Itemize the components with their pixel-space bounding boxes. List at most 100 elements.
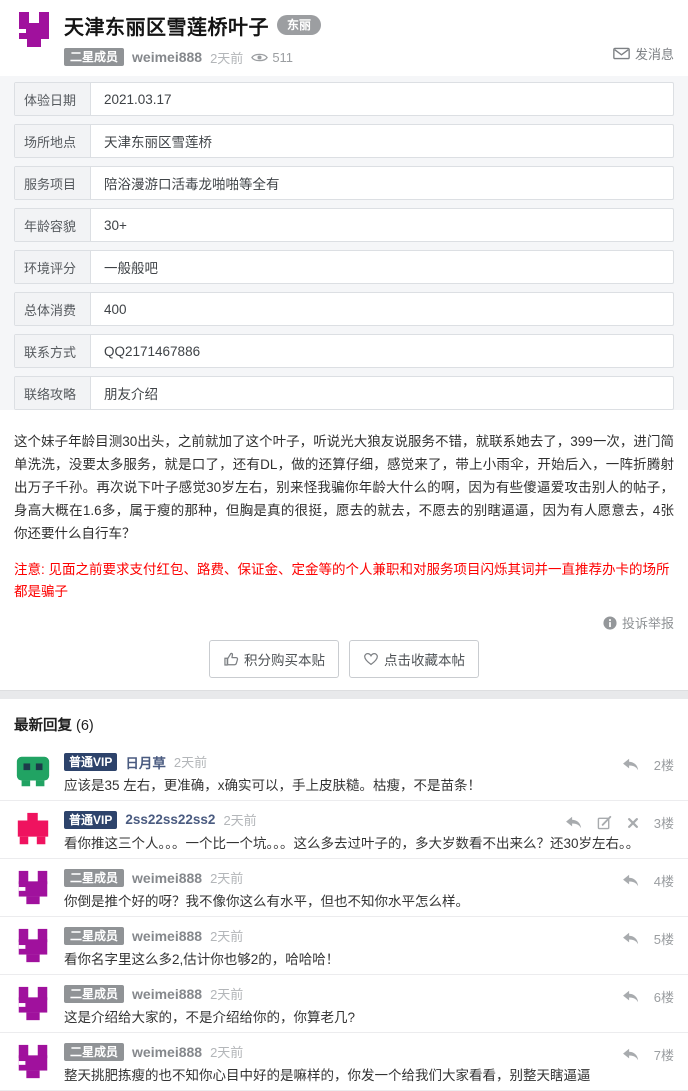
field-row-services: 服务项目 陪浴漫游口活毒龙啪啪等全有 — [14, 166, 674, 200]
post-body-text: 这个妹子年龄目测30出头，之前就加了这个叶子，听说光大狼友说服务不错，就联系她去… — [14, 434, 674, 541]
comment-row: 普通VIP 2ss22ss22ss2 2天前 看你推这三个人。。。一个比一个坑。… — [0, 801, 688, 859]
field-label: 联络攻略 — [15, 377, 91, 409]
field-row-experience-date: 体验日期 2021.03.17 — [14, 82, 674, 116]
section-divider — [0, 690, 688, 699]
view-count-value: 511 — [272, 49, 294, 65]
field-label: 环境评分 — [15, 251, 91, 283]
scam-warning-text: 注意: 见面之前要求支付红包、路费、保证金、定金等的个人兼职和对服务项目闪烁其词… — [14, 562, 670, 599]
commenter-username[interactable]: weimei888 — [132, 928, 202, 944]
field-label: 场所地点 — [15, 125, 91, 157]
comment-text: 你倒是推个好的呀？我不像你这么有水平，但也不知你水平怎么样。 — [64, 894, 469, 909]
comment-text: 看你名字里这么多2,估计你也够2的，哈哈哈！ — [64, 952, 340, 967]
commenter-avatar[interactable] — [14, 927, 52, 965]
comment-row: 二星成员 weimei888 2天前 整天挑肥拣瘦的也不知你心目中好的是嘛样的，… — [0, 1033, 688, 1091]
comment-row: 二星成员 weimei888 2天前 你倒是推个好的呀？我不像你这么有水平，但也… — [0, 859, 688, 917]
field-label: 体验日期 — [15, 83, 91, 115]
field-value: 30+ — [104, 217, 127, 233]
buy-post-button[interactable]: 积分购买本贴 — [209, 640, 339, 678]
replies-count: (6) — [76, 718, 94, 734]
commenter-username[interactable]: weimei888 — [132, 1044, 202, 1060]
region-badge: 东丽 — [277, 15, 322, 35]
comment-row: 二星成员 weimei888 2天前 看你名字里这么多2,估计你也够2的，哈哈哈… — [0, 917, 688, 975]
comment-time: 2天前 — [210, 987, 244, 1002]
view-count: 511 — [251, 50, 293, 65]
comment-row: 普通VIP 日月草 2天前 应该是35 左右，更准确，x确实可以，手上皮肤糙。枯… — [0, 743, 688, 801]
comment-text: 整天挑肥拣瘦的也不知你心目中好的是嘛样的，你发一个给我们大家看看，别整天瞎逼逼 — [64, 1068, 591, 1083]
edit-icon[interactable] — [597, 815, 612, 830]
author-avatar[interactable] — [14, 10, 54, 50]
comment-text: 这是介绍给大家的，不是介绍给你的，你算老几? — [64, 1010, 356, 1025]
envelope-icon — [613, 47, 630, 60]
commenter-avatar[interactable] — [14, 1043, 52, 1081]
heart-icon — [363, 652, 379, 666]
post-time: 2天前 — [210, 50, 244, 66]
comment-time: 2天前 — [173, 755, 208, 770]
field-label: 年龄容貌 — [15, 209, 91, 241]
reply-icon[interactable] — [622, 990, 639, 1003]
page-title: 天津东丽区雪莲桥叶子 — [64, 16, 269, 39]
comment-text: 应该是35 左右，更准确，x确实可以，手上皮肤糙。枯瘦，不是苗条！ — [64, 778, 482, 793]
floor-label: 6楼 — [653, 990, 674, 1005]
buy-post-label: 积分购买本贴 — [244, 653, 325, 668]
reply-icon[interactable] — [622, 932, 639, 945]
field-value: 一般般吧 — [104, 261, 158, 276]
comment-time: 2天前 — [210, 871, 244, 886]
floor-label: 2楼 — [653, 758, 674, 773]
member-level-badge: 普通VIP — [64, 752, 118, 771]
commenter-username[interactable]: weimei888 — [132, 870, 202, 886]
reply-icon[interactable] — [565, 816, 582, 829]
field-value: 2021.03.17 — [104, 91, 172, 107]
replies-header: 最新回复 (6) — [0, 699, 688, 743]
member-level-badge: 二星成员 — [64, 868, 125, 887]
field-value: 朋友介绍 — [104, 387, 158, 402]
floor-label: 7楼 — [653, 1048, 674, 1063]
reply-icon[interactable] — [622, 758, 639, 771]
member-level-badge: 二星成员 — [64, 926, 125, 945]
commenter-avatar[interactable] — [14, 811, 52, 849]
commenter-avatar[interactable] — [14, 985, 52, 1023]
field-value: 陪浴漫游口活毒龙啪啪等全有 — [104, 177, 280, 192]
delete-icon[interactable] — [627, 817, 639, 829]
field-row-total-cost: 总体消费 400 — [14, 292, 674, 326]
field-row-location: 场所地点 天津东丽区雪莲桥 — [14, 124, 674, 158]
send-message-label: 发消息 — [634, 47, 674, 62]
field-value: 400 — [104, 301, 127, 317]
field-value: 天津东丽区雪莲桥 — [104, 135, 212, 150]
member-level-badge: 普通VIP — [64, 810, 118, 829]
eye-icon — [251, 52, 268, 63]
floor-label: 3楼 — [653, 816, 674, 831]
comment-time: 2天前 — [210, 929, 244, 944]
commenter-username[interactable]: 日月草 — [125, 752, 166, 772]
field-row-environment: 环境评分 一般般吧 — [14, 250, 674, 284]
report-link[interactable]: 投诉举报 — [603, 613, 674, 632]
field-label: 服务项目 — [15, 167, 91, 199]
field-row-contact-strategy: 联络攻略 朋友介绍 — [14, 376, 674, 410]
send-message-button[interactable]: 发消息 — [613, 44, 674, 63]
commenter-username[interactable]: 2ss22ss22ss2 — [125, 812, 215, 827]
member-level-badge: 二星成员 — [64, 984, 125, 1003]
field-row-contact: 联系方式 QQ2171467886 — [14, 334, 674, 368]
reply-icon[interactable] — [622, 1048, 639, 1061]
commenter-avatar[interactable] — [14, 869, 52, 907]
author-username[interactable]: weimei888 — [132, 49, 202, 65]
commenter-avatar[interactable] — [14, 753, 52, 791]
thumbs-up-icon — [223, 651, 239, 667]
favorite-post-button[interactable]: 点击收藏本帖 — [349, 640, 479, 678]
field-label: 总体消费 — [15, 293, 91, 325]
report-label: 投诉举报 — [621, 616, 674, 631]
field-label: 联系方式 — [15, 335, 91, 367]
field-value: QQ2171467886 — [104, 343, 201, 359]
comment-row: 二星成员 weimei888 2天前 这是介绍给大家的，不是介绍给你的，你算老几… — [0, 975, 688, 1033]
reply-icon[interactable] — [622, 874, 639, 887]
comment-text: 看你推这三个人。。。一个比一个坑。。。这么多去过叶子的，多大岁数看不出来么？还3… — [64, 836, 640, 851]
favorite-post-label: 点击收藏本帖 — [384, 653, 465, 668]
field-row-age-looks: 年龄容貌 30+ — [14, 208, 674, 242]
comment-time: 2天前 — [223, 813, 257, 828]
member-level-badge: 二星成员 — [64, 1042, 125, 1061]
replies-title-text: 最新回复 — [14, 718, 72, 734]
post-header: 天津东丽区雪莲桥叶子 东丽 二星成员 weimei888 2天前 511 发消息 — [0, 0, 688, 76]
commenter-username[interactable]: weimei888 — [132, 986, 202, 1002]
floor-label: 4楼 — [653, 874, 674, 889]
info-icon — [603, 616, 617, 630]
comment-time: 2天前 — [210, 1045, 244, 1060]
